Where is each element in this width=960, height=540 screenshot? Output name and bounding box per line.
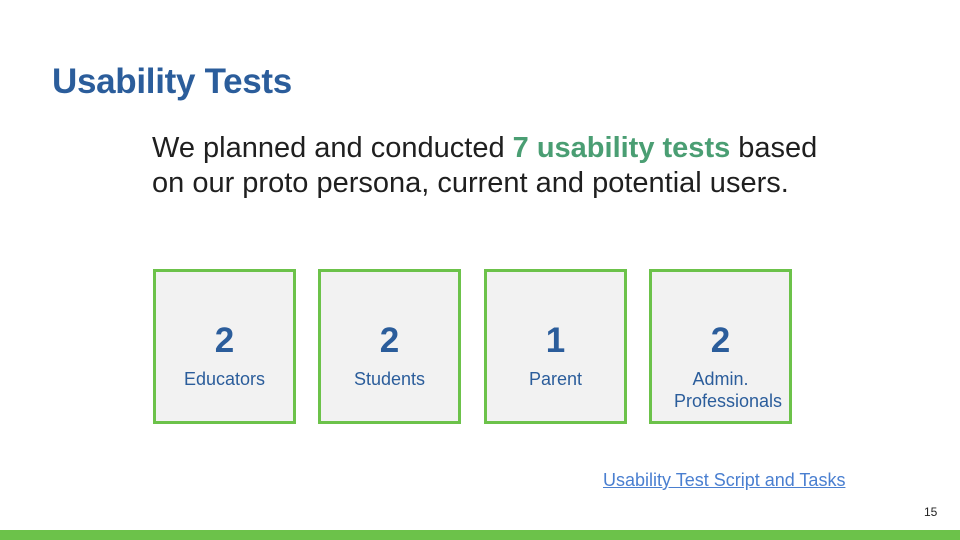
stat-label: Educators	[183, 369, 266, 389]
stat-card-admin-professionals: 2 Admin. Professionals	[649, 269, 792, 424]
stat-card-parent: 1 Parent	[484, 269, 627, 424]
intro-text-start: We planned and conducted	[152, 132, 513, 164]
intro-text: We planned and conducted 7 usability tes…	[152, 131, 852, 201]
usability-script-link[interactable]: Usability Test Script and Tasks	[603, 470, 845, 491]
page-number: 15	[924, 505, 938, 519]
stat-label: Parent	[528, 369, 583, 389]
stat-card-students: 2 Students	[318, 269, 461, 424]
stat-number: 2	[379, 321, 400, 360]
stat-label: Students	[353, 369, 426, 389]
stat-label: Admin. Professionals	[674, 369, 783, 411]
intro-highlight: 7 usability tests	[512, 132, 731, 164]
stat-number: 2	[214, 321, 235, 360]
stat-number: 2	[710, 321, 731, 360]
stat-card-educators: 2 Educators	[153, 269, 296, 424]
stat-number: 1	[545, 321, 566, 360]
slide-title: Usability Tests	[52, 62, 292, 101]
footer-bar	[0, 530, 960, 540]
